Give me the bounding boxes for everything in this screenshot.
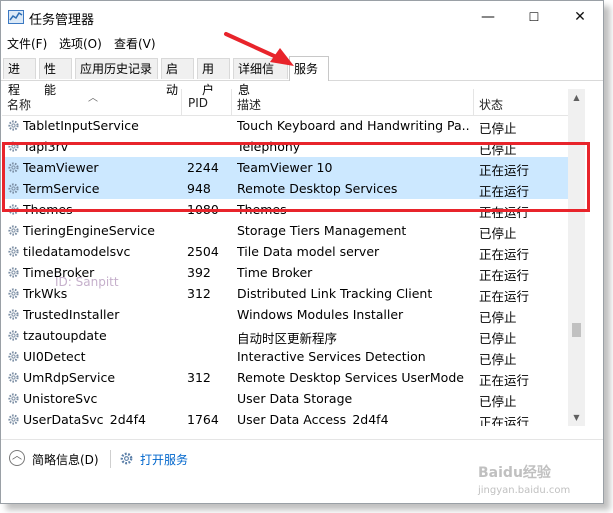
table-row[interactable]: tiledatamodelsvc 2504 Tile Data model serv… — [2, 241, 568, 262]
column-separator[interactable] — [473, 89, 474, 115]
table-row[interactable]: tzautoupdate 自动时区更新程序 已停止 — [2, 325, 568, 346]
open-services-link[interactable]: 打开服务 — [140, 451, 188, 468]
service-gear-icon — [8, 414, 19, 425]
task-manager-icon — [8, 10, 24, 24]
service-gear-icon — [8, 372, 19, 383]
sort-ascending-icon: ︿ — [88, 93, 98, 104]
service-gear-icon — [8, 288, 19, 299]
service-description: Interactive Services Detection — [237, 349, 426, 364]
scroll-down-arrow-icon[interactable]: ▼ — [568, 409, 585, 426]
service-name: UnistoreSvc — [23, 391, 98, 406]
service-gear-icon — [8, 309, 19, 320]
tab-details[interactable]: 详细信息 — [233, 58, 288, 97]
tab-bar: 进程 性能 应用历史记录 启动 用户 详细信息 服务 — [1, 56, 603, 97]
service-gear-icon — [8, 246, 19, 257]
table-row[interactable]: UserDataSvc_2d4f4 1764 User Data Access_2d… — [2, 409, 568, 426]
service-description: Time Broker — [237, 265, 313, 280]
column-name[interactable]: 名称 — [7, 96, 31, 113]
tab-processes[interactable]: 进程 — [3, 58, 36, 97]
column-pid[interactable]: PID — [188, 96, 208, 110]
service-gear-icon — [8, 267, 19, 278]
tab-app-history[interactable]: 应用历史记录 — [75, 58, 158, 79]
service-pid: 312 — [187, 286, 211, 301]
service-description: Storage Tiers Management — [237, 223, 407, 238]
service-description: User Data Storage — [237, 391, 353, 406]
maximize-button[interactable]: ☐ — [511, 1, 557, 33]
table-row[interactable]: TrustedInstaller Windows Modules Installe… — [2, 304, 568, 325]
service-status: 正在运行 — [479, 247, 530, 262]
gear-icon[interactable] — [119, 451, 134, 466]
service-pid: 312 — [187, 370, 211, 385]
service-status: 已停止 — [479, 352, 517, 367]
scrollbar-thumb[interactable] — [572, 322, 581, 337]
menu-view[interactable]: 查看(V) — [114, 35, 156, 52]
tab-performance[interactable]: 性能 — [39, 58, 72, 97]
column-header: ︿ 名称 PID 描述 状态 — [2, 89, 568, 116]
title-bar[interactable]: 任务管理器 — ☐ ✕ — [1, 1, 603, 33]
window-title: 任务管理器 — [29, 13, 95, 28]
service-status: 已停止 — [479, 394, 517, 409]
highlight-box — [2, 142, 590, 212]
table-row[interactable]: TabletInputService Touch Keyboard and Han… — [2, 115, 568, 136]
service-status: 正在运行 — [479, 268, 530, 283]
service-status: 正在运行 — [479, 415, 530, 426]
author-watermark: ID: Sanpitt — [55, 275, 119, 289]
service-pid: 1764 — [187, 412, 219, 426]
column-description[interactable]: 描述 — [237, 96, 261, 113]
vertical-scrollbar[interactable]: ▲ ▼ — [568, 89, 585, 426]
service-name: UserDataSvc_2d4f4 — [23, 412, 146, 426]
service-name: TabletInputService — [23, 118, 139, 133]
service-status: 已停止 — [479, 331, 517, 346]
service-description: Touch Keyboard and Handwriting Pa... — [237, 118, 469, 133]
table-row[interactable]: UmRdpService 312 Remote Desktop Services U… — [2, 367, 568, 388]
service-name: TieringEngineService — [23, 223, 155, 238]
column-status[interactable]: 状态 — [479, 96, 503, 113]
service-description: Distributed Link Tracking Client — [237, 286, 433, 301]
service-status: 已停止 — [479, 310, 517, 325]
service-status: 正在运行 — [479, 289, 530, 304]
service-name: UmRdpService — [23, 370, 116, 385]
menu-options[interactable]: 选项(O) — [59, 35, 102, 52]
service-status: 已停止 — [479, 121, 517, 136]
service-name: tzautoupdate — [23, 328, 107, 343]
service-name: TrustedInstaller — [23, 307, 120, 322]
brief-info-link[interactable]: 简略信息(D) — [32, 451, 99, 468]
scroll-up-arrow-icon[interactable]: ▲ — [568, 89, 585, 106]
service-gear-icon — [8, 225, 19, 236]
minimize-button[interactable]: — — [465, 1, 511, 33]
service-pid: 2504 — [187, 244, 219, 259]
tab-startup[interactable]: 启动 — [161, 58, 194, 97]
column-separator[interactable] — [181, 89, 182, 115]
service-name: tiledatamodelsvc — [23, 244, 131, 259]
service-description: Windows Modules Installer — [237, 307, 404, 322]
task-manager-window: 任务管理器 — ☐ ✕ 文件(F) 选项(O) 查看(V) 进程 性能 应用历史… — [0, 0, 604, 504]
column-separator[interactable] — [231, 89, 232, 115]
table-row[interactable]: TieringEngineService Storage Tiers Manage… — [2, 220, 568, 241]
menu-file[interactable]: 文件(F) — [7, 35, 47, 52]
tab-users[interactable]: 用户 — [197, 58, 230, 97]
tab-services[interactable]: 服务 — [289, 56, 329, 81]
service-gear-icon — [8, 393, 19, 404]
footer-divider — [110, 450, 111, 468]
service-status: 正在运行 — [479, 373, 530, 388]
menu-bar: 文件(F) 选项(O) 查看(V) — [1, 34, 603, 52]
site-url-watermark: jingyan.baidu.com — [478, 485, 571, 496]
site-watermark: Baidu经验 — [478, 465, 551, 481]
service-description: Remote Desktop Services UserMode ... — [237, 370, 469, 385]
service-description: 自动时区更新程序 — [237, 331, 338, 346]
service-pid: 392 — [187, 265, 211, 280]
service-name: UI0Detect — [23, 349, 86, 364]
service-description: User Data Access_2d4f4 — [237, 412, 389, 426]
table-row[interactable]: UnistoreSvc User Data Storage 已停止 — [2, 388, 568, 409]
service-description: Tile Data model server — [237, 244, 380, 259]
close-button[interactable]: ✕ — [557, 1, 603, 33]
service-status: 已停止 — [479, 226, 517, 241]
collapse-icon[interactable]: ︿ — [9, 450, 25, 466]
table-row[interactable]: UI0Detect Interactive Services Detection 已… — [2, 346, 568, 367]
service-gear-icon — [8, 120, 19, 131]
service-gear-icon — [8, 330, 19, 341]
service-gear-icon — [8, 351, 19, 362]
